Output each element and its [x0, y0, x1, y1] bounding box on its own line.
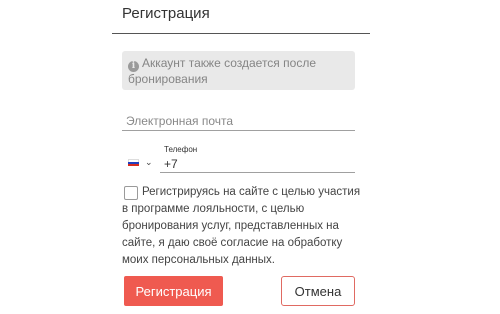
info-notice: i Аккаунт также создается после бронирова…: [122, 51, 355, 90]
consent-text: Регистрируясь на сайте с целью участия в…: [122, 186, 361, 266]
registration-form: Регистрация i Аккаунт также создается пос…: [0, 0, 500, 314]
phone-field[interactable]: [160, 155, 355, 173]
phone-label: Телефон: [164, 145, 198, 154]
country-code-select[interactable]: ⌄: [128, 155, 160, 169]
header-divider: [112, 33, 370, 34]
russia-flag-icon: [128, 158, 139, 166]
email-field[interactable]: [122, 111, 355, 131]
info-icon: i: [128, 61, 139, 72]
register-button[interactable]: Регистрация: [124, 276, 223, 306]
chevron-down-icon: ⌄: [145, 156, 153, 167]
page-title: Регистрация: [122, 5, 210, 22]
info-notice-text: Аккаунт также создается после бронирован…: [128, 56, 316, 86]
cancel-button[interactable]: Отмена: [281, 276, 355, 306]
